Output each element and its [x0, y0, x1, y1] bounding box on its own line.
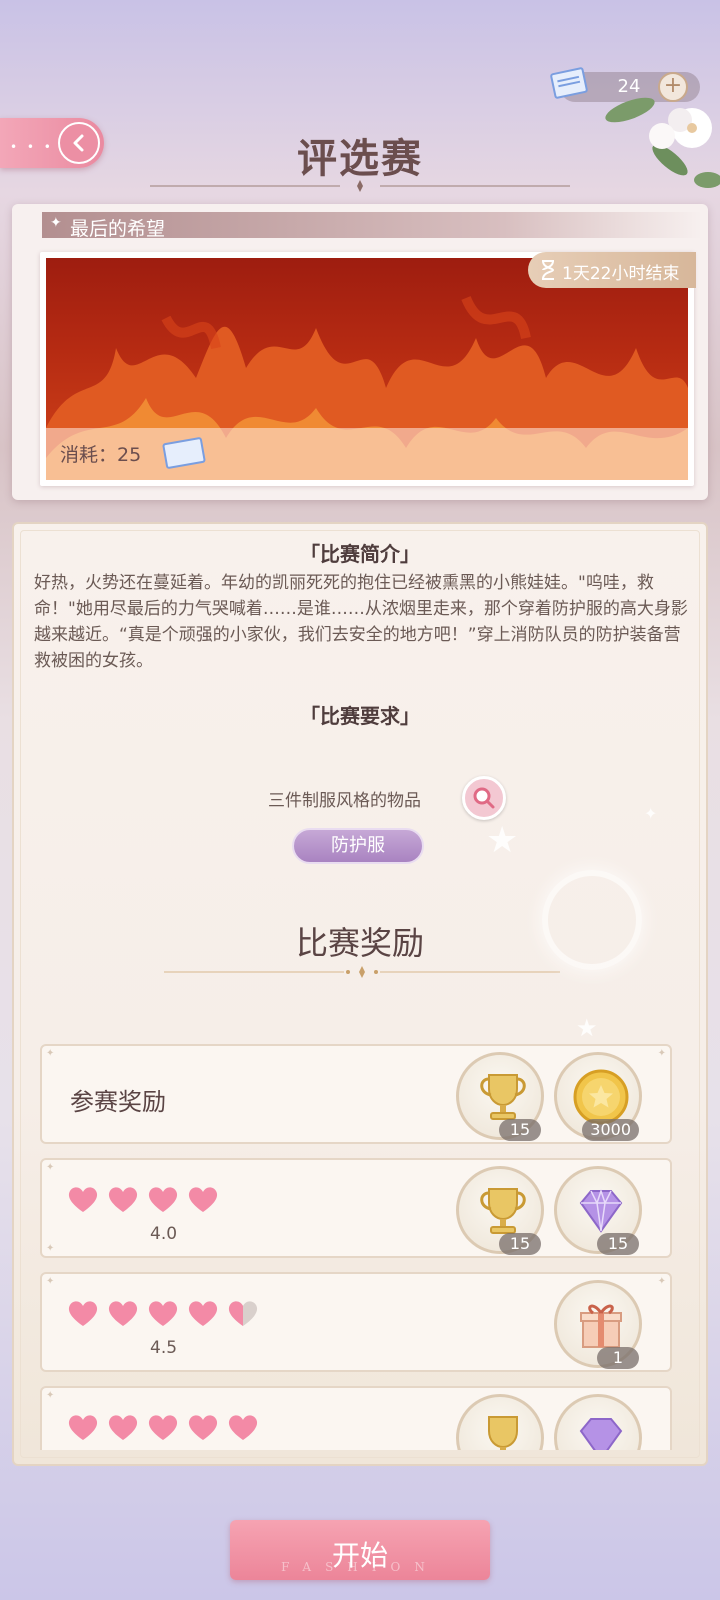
rewards-divider [164, 966, 560, 978]
star-icon: ✦ [50, 215, 62, 231]
trophy-icon [480, 1188, 526, 1234]
reward-row-participation: ✦ ✦ 参赛奖励 15 3000 [40, 1044, 672, 1144]
corner-deco: ✦ [46, 1243, 55, 1254]
heart-icon [148, 1415, 178, 1440]
heart-icon [68, 1301, 98, 1326]
heart-icon [68, 1187, 98, 1212]
reward-item-gift[interactable]: 1 [554, 1280, 642, 1369]
reward-item-trophy[interactable] [456, 1394, 544, 1450]
gift-box-icon [580, 1304, 622, 1348]
reward-quantity: 15 [499, 1233, 541, 1255]
corner-deco: ✦ [46, 1276, 55, 1287]
heart-rating [66, 1298, 260, 1332]
top-bar: • • • • 24 + 评选赛 [0, 0, 720, 200]
start-button-label: 开始 [331, 1539, 388, 1572]
requirement-tag[interactable]: 防护服 [292, 828, 424, 864]
heart-icon [108, 1187, 138, 1212]
ticket-icon [549, 66, 589, 100]
sparkle-icon: ★ [486, 820, 519, 861]
heart-icon [228, 1415, 258, 1440]
heart-icon [188, 1187, 218, 1212]
heart-icon [188, 1415, 218, 1440]
title-divider [150, 180, 570, 192]
reward-item-trophy[interactable]: 15 [456, 1052, 544, 1141]
heart-icon [148, 1301, 178, 1326]
event-card[interactable]: ✦ 最后的希望 消耗：25 1天22小时结束 [12, 204, 708, 500]
reward-quantity: 15 [499, 1119, 541, 1141]
timer-badge: 1天22小时结束 [528, 252, 696, 288]
info-panel: 「比赛简介」 好热，火势还在蔓延着。年幼的凯丽死死的抱住已经被熏黑的小熊娃娃。"… [12, 522, 708, 1466]
score-value: 4.0 [150, 1224, 178, 1244]
fire-banner-image: 消耗：25 [46, 258, 688, 480]
diamond-icon [579, 1418, 623, 1450]
page-title: 评选赛 [297, 135, 423, 182]
reward-item-diamond[interactable]: 15 [554, 1166, 642, 1255]
diamond-icon [579, 1188, 623, 1233]
corner-deco: ✦ [657, 1048, 666, 1059]
heart-icon [68, 1415, 98, 1440]
event-header: ✦ 最后的希望 [42, 212, 702, 240]
reward-list[interactable]: ✦ ✦ 参赛奖励 15 3000 ✦ ✦ 4.0 15 15 ✦ ✦ 4.5 1… [40, 1044, 672, 1450]
heart-rating [66, 1184, 220, 1218]
score-value: 4.5 [150, 1338, 178, 1358]
heart-icon [148, 1187, 178, 1212]
event-name: 最后的希望 [70, 218, 166, 240]
heart-rating [66, 1412, 260, 1446]
magnifier-icon [473, 787, 495, 809]
intro-text: 好热，火势还在蔓延着。年幼的凯丽死死的抱住已经被熏黑的小熊娃娃。"呜哇，救命！"… [34, 573, 688, 671]
reward-item-diamond[interactable] [554, 1394, 642, 1450]
reward-item-coin[interactable]: 3000 [554, 1052, 642, 1141]
magnifier-button[interactable] [462, 776, 506, 820]
reward-item-trophy[interactable]: 15 [456, 1166, 544, 1255]
requirement-line: 三件制服风格的物品 [14, 776, 706, 820]
gold-coin-icon [573, 1069, 629, 1125]
reward-quantity: 1 [597, 1347, 639, 1369]
sparkle-icon: ★ [576, 1014, 598, 1042]
trophy-icon [480, 1074, 526, 1120]
participation-label: 参赛奖励 [70, 1088, 166, 1116]
consume-bar: 消耗：25 [46, 428, 688, 480]
reward-row-score-4-5: ✦ ✦ 4.5 1 [40, 1272, 672, 1372]
ticket-icon [162, 436, 206, 470]
requirement-title: 「比赛要求」 [300, 704, 420, 728]
corner-deco: ✦ [46, 1162, 55, 1173]
consume-cost: 消耗：25 [60, 444, 142, 466]
event-banner: 消耗：25 1天22小时结束 [40, 252, 696, 486]
reward-row-score-5: ✦ [40, 1386, 672, 1450]
reward-quantity: 15 [597, 1233, 639, 1255]
glow-ring-decoration [542, 870, 642, 970]
half-heart-icon [228, 1301, 258, 1326]
heart-icon [108, 1415, 138, 1440]
corner-deco: ✦ [657, 1276, 666, 1287]
heart-icon [108, 1301, 138, 1326]
heart-icon [188, 1301, 218, 1326]
start-button[interactable]: FASHION 开始 [230, 1520, 490, 1580]
timer-text: 1天22小时结束 [562, 264, 680, 284]
sparkle-icon: ✦ [644, 804, 658, 823]
corner-deco: ✦ [46, 1048, 55, 1059]
corner-deco: ✦ [46, 1390, 55, 1401]
requirement-text: 三件制服风格的物品 [268, 791, 421, 811]
hourglass-icon [542, 260, 555, 280]
trophy-icon [488, 1416, 518, 1450]
reward-row-score-4: ✦ ✦ 4.0 15 15 [40, 1158, 672, 1258]
reward-quantity: 3000 [582, 1119, 639, 1141]
intro-title: 「比赛简介」 [300, 542, 420, 566]
